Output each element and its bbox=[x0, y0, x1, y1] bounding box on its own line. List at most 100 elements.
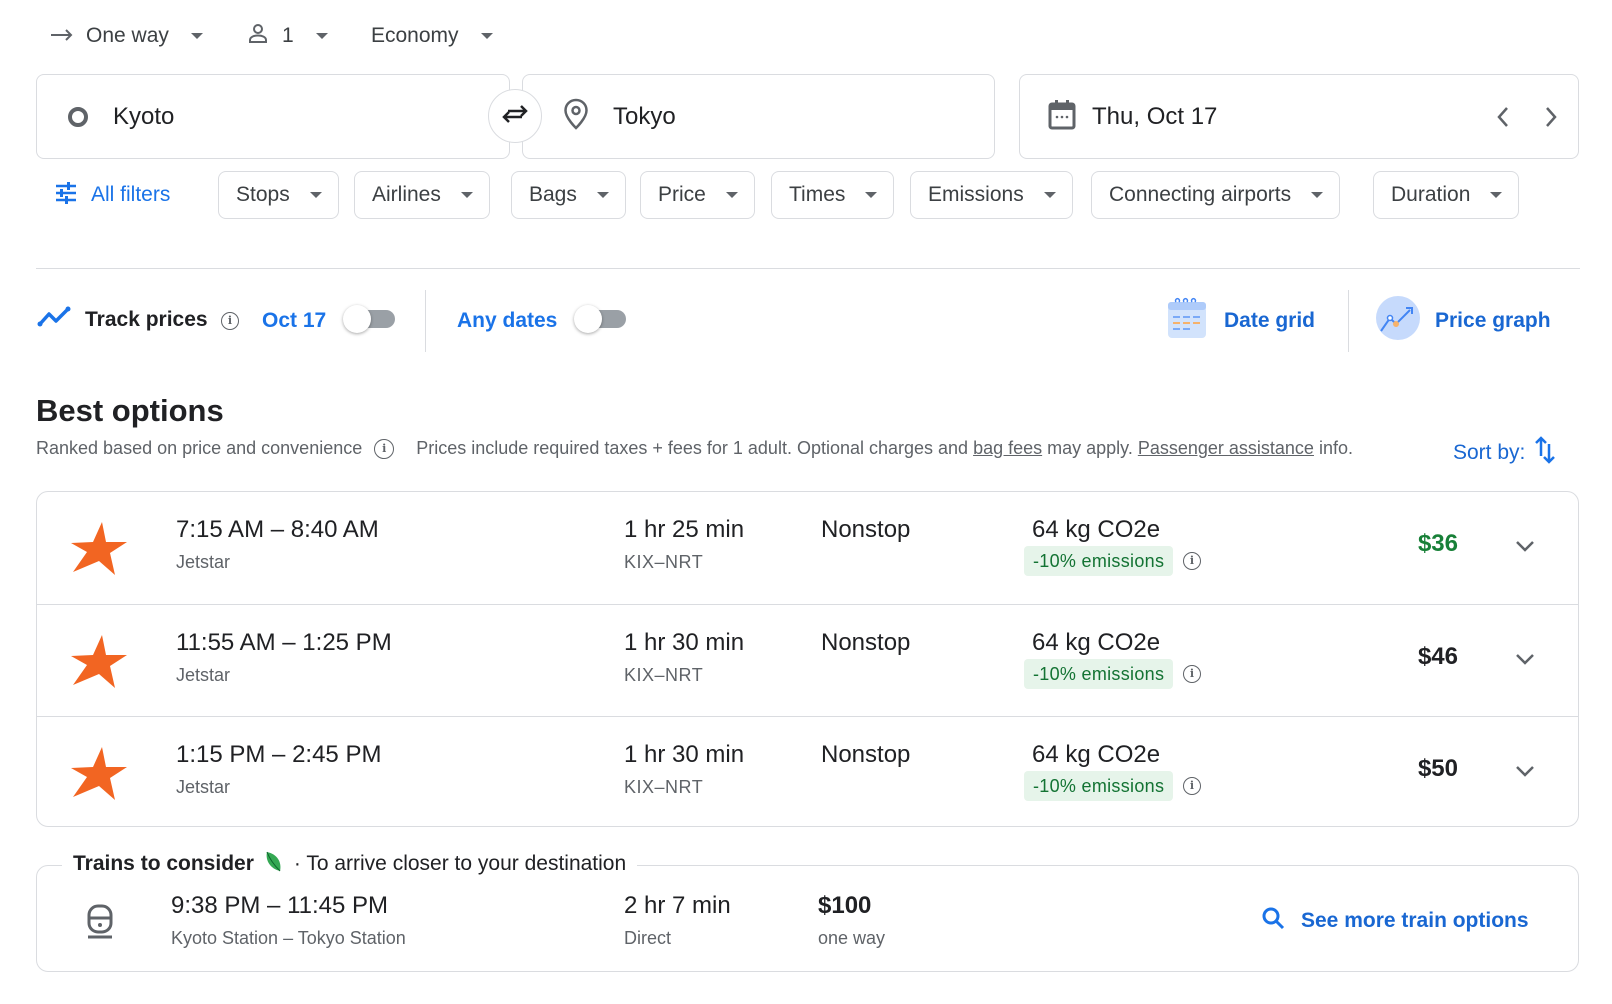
search-icon bbox=[1261, 906, 1285, 935]
location-pin-icon bbox=[563, 98, 589, 135]
train-duration: 2 hr 7 min bbox=[624, 892, 731, 919]
sort-arrows-icon bbox=[1533, 434, 1557, 471]
swap-button[interactable] bbox=[488, 89, 542, 143]
sort-button[interactable]: Sort by: bbox=[1453, 434, 1557, 471]
chevron-down-icon[interactable] bbox=[1515, 761, 1535, 781]
cabin-class-label: Economy bbox=[371, 24, 459, 47]
flight-emissions: 64 kg CO2e bbox=[1032, 741, 1161, 768]
vertical-divider bbox=[425, 290, 426, 352]
chevron-down-icon[interactable] bbox=[1515, 649, 1535, 669]
cabin-class-dropdown[interactable]: Economy bbox=[371, 18, 493, 54]
filter-chip-times[interactable]: Times bbox=[771, 171, 895, 219]
train-price: $100 bbox=[818, 892, 872, 919]
flight-row[interactable]: 1:15 PM – 2:45 PM Jetstar 1 hr 30 min KI… bbox=[37, 716, 1578, 826]
filter-chip-emissions[interactable]: Emissions bbox=[910, 171, 1073, 219]
any-dates-toggle[interactable] bbox=[574, 305, 626, 333]
airline-name: Jetstar bbox=[176, 777, 231, 797]
info-icon[interactable]: i bbox=[1183, 552, 1201, 570]
origin-input[interactable]: Kyoto bbox=[113, 103, 174, 131]
flight-row[interactable]: 7:15 AM – 8:40 AM Jetstar 1 hr 25 min KI… bbox=[37, 492, 1578, 604]
chip-label: Times bbox=[789, 183, 846, 206]
date-input[interactable]: Thu, Oct 17 bbox=[1092, 103, 1217, 131]
vertical-divider bbox=[1348, 290, 1349, 352]
see-more-trains-button[interactable]: See more train options bbox=[1261, 906, 1529, 935]
all-filters-button[interactable]: All filters bbox=[55, 181, 170, 209]
track-date-toggle[interactable] bbox=[343, 305, 395, 333]
caret-down-icon bbox=[315, 33, 328, 39]
page-title: Best options bbox=[36, 393, 224, 428]
bag-fees-link[interactable]: bag fees bbox=[973, 438, 1042, 458]
flight-times: 7:15 AM – 8:40 AM bbox=[176, 516, 379, 543]
trending-line-icon bbox=[37, 306, 71, 333]
airline-name: Jetstar bbox=[176, 665, 231, 685]
date-field[interactable]: Thu, Oct 17 bbox=[1019, 74, 1579, 159]
chevron-down-icon[interactable] bbox=[1515, 536, 1535, 556]
airline-name: Jetstar bbox=[176, 552, 231, 572]
track-date-label: Oct 17 bbox=[262, 309, 327, 332]
info-icon[interactable]: i bbox=[1183, 777, 1201, 795]
flight-emissions: 64 kg CO2e bbox=[1032, 516, 1161, 543]
price-graph-button[interactable]: Price graph bbox=[1375, 295, 1551, 346]
trip-type-dropdown[interactable]: One way bbox=[50, 18, 203, 54]
info-icon[interactable]: i bbox=[1183, 665, 1201, 683]
filter-chip-price[interactable]: Price bbox=[640, 171, 755, 219]
flight-route: KIX–NRT bbox=[624, 665, 704, 685]
flight-price: $36 bbox=[1417, 530, 1458, 557]
passengers-dropdown[interactable]: 1 bbox=[246, 18, 328, 54]
chip-label: Duration bbox=[1391, 183, 1471, 206]
chip-label: Price bbox=[658, 183, 706, 206]
caret-down-icon bbox=[1311, 192, 1324, 198]
jetstar-logo-icon bbox=[71, 635, 127, 688]
flight-stops: Nonstop bbox=[821, 629, 911, 656]
calendar-icon bbox=[1048, 98, 1076, 135]
caret-down-icon bbox=[1043, 192, 1056, 198]
any-dates-label: Any dates bbox=[457, 309, 558, 332]
train-option-card[interactable]: 9:38 PM – 11:45 PM Kyoto Station – Tokyo… bbox=[36, 865, 1579, 972]
caret-down-icon bbox=[309, 192, 322, 198]
see-more-trains-label: See more train options bbox=[1301, 908, 1529, 932]
destination-input[interactable]: Tokyo bbox=[613, 103, 676, 131]
caret-down-icon bbox=[190, 33, 203, 39]
person-icon bbox=[246, 21, 270, 51]
caret-down-icon bbox=[596, 192, 609, 198]
prices-note: Prices include required taxes + fees for… bbox=[416, 438, 1353, 459]
filter-chip-bags[interactable]: Bags bbox=[511, 171, 626, 219]
track-prices-label: Track prices bbox=[85, 307, 208, 331]
info-icon[interactable]: i bbox=[374, 438, 395, 459]
leaf-icon bbox=[264, 850, 284, 878]
filter-chip-stops[interactable]: Stops bbox=[218, 171, 339, 219]
emissions-badge: -10% emissions bbox=[1024, 771, 1174, 801]
trains-title: Trains to consider bbox=[73, 852, 254, 875]
price-graph-label: Price graph bbox=[1435, 308, 1551, 332]
flight-times: 1:15 PM – 2:45 PM bbox=[176, 741, 382, 768]
flight-route: KIX–NRT bbox=[624, 777, 704, 797]
caret-down-icon bbox=[725, 192, 738, 198]
all-filters-label: All filters bbox=[91, 183, 171, 206]
toggle-knob bbox=[574, 305, 602, 333]
chip-label: Stops bbox=[236, 183, 290, 206]
flight-row[interactable]: 11:55 AM – 1:25 PM Jetstar 1 hr 30 min K… bbox=[37, 604, 1578, 717]
flight-duration: 1 hr 30 min bbox=[624, 629, 745, 656]
filter-chip-duration[interactable]: Duration bbox=[1373, 171, 1520, 219]
caret-down-icon bbox=[1490, 192, 1503, 198]
date-grid-button[interactable]: Date grid bbox=[1166, 296, 1315, 345]
flight-price: $46 bbox=[1417, 643, 1458, 670]
filter-chip-airlines[interactable]: Airlines bbox=[354, 171, 490, 219]
section-divider bbox=[36, 268, 1580, 269]
flight-times: 11:55 AM – 1:25 PM bbox=[176, 629, 392, 656]
train-times: 9:38 PM – 11:45 PM bbox=[171, 892, 389, 919]
origin-field[interactable]: Kyoto bbox=[36, 74, 510, 159]
chip-label: Airlines bbox=[372, 183, 441, 206]
filter-chip-connecting-airports[interactable]: Connecting airports bbox=[1091, 171, 1341, 219]
flight-price: $50 bbox=[1417, 755, 1458, 782]
date-grid-icon bbox=[1166, 296, 1208, 345]
toggle-knob bbox=[343, 305, 371, 333]
origin-circle-icon bbox=[68, 106, 88, 127]
destination-field[interactable]: Tokyo bbox=[522, 74, 995, 159]
passenger-assistance-link[interactable]: Passenger assistance bbox=[1138, 438, 1314, 458]
previous-date-button[interactable] bbox=[1496, 105, 1510, 134]
next-date-button[interactable] bbox=[1544, 105, 1558, 134]
jetstar-logo-icon bbox=[71, 522, 127, 575]
caret-down-icon bbox=[480, 33, 493, 39]
info-icon[interactable]: i bbox=[221, 312, 239, 330]
